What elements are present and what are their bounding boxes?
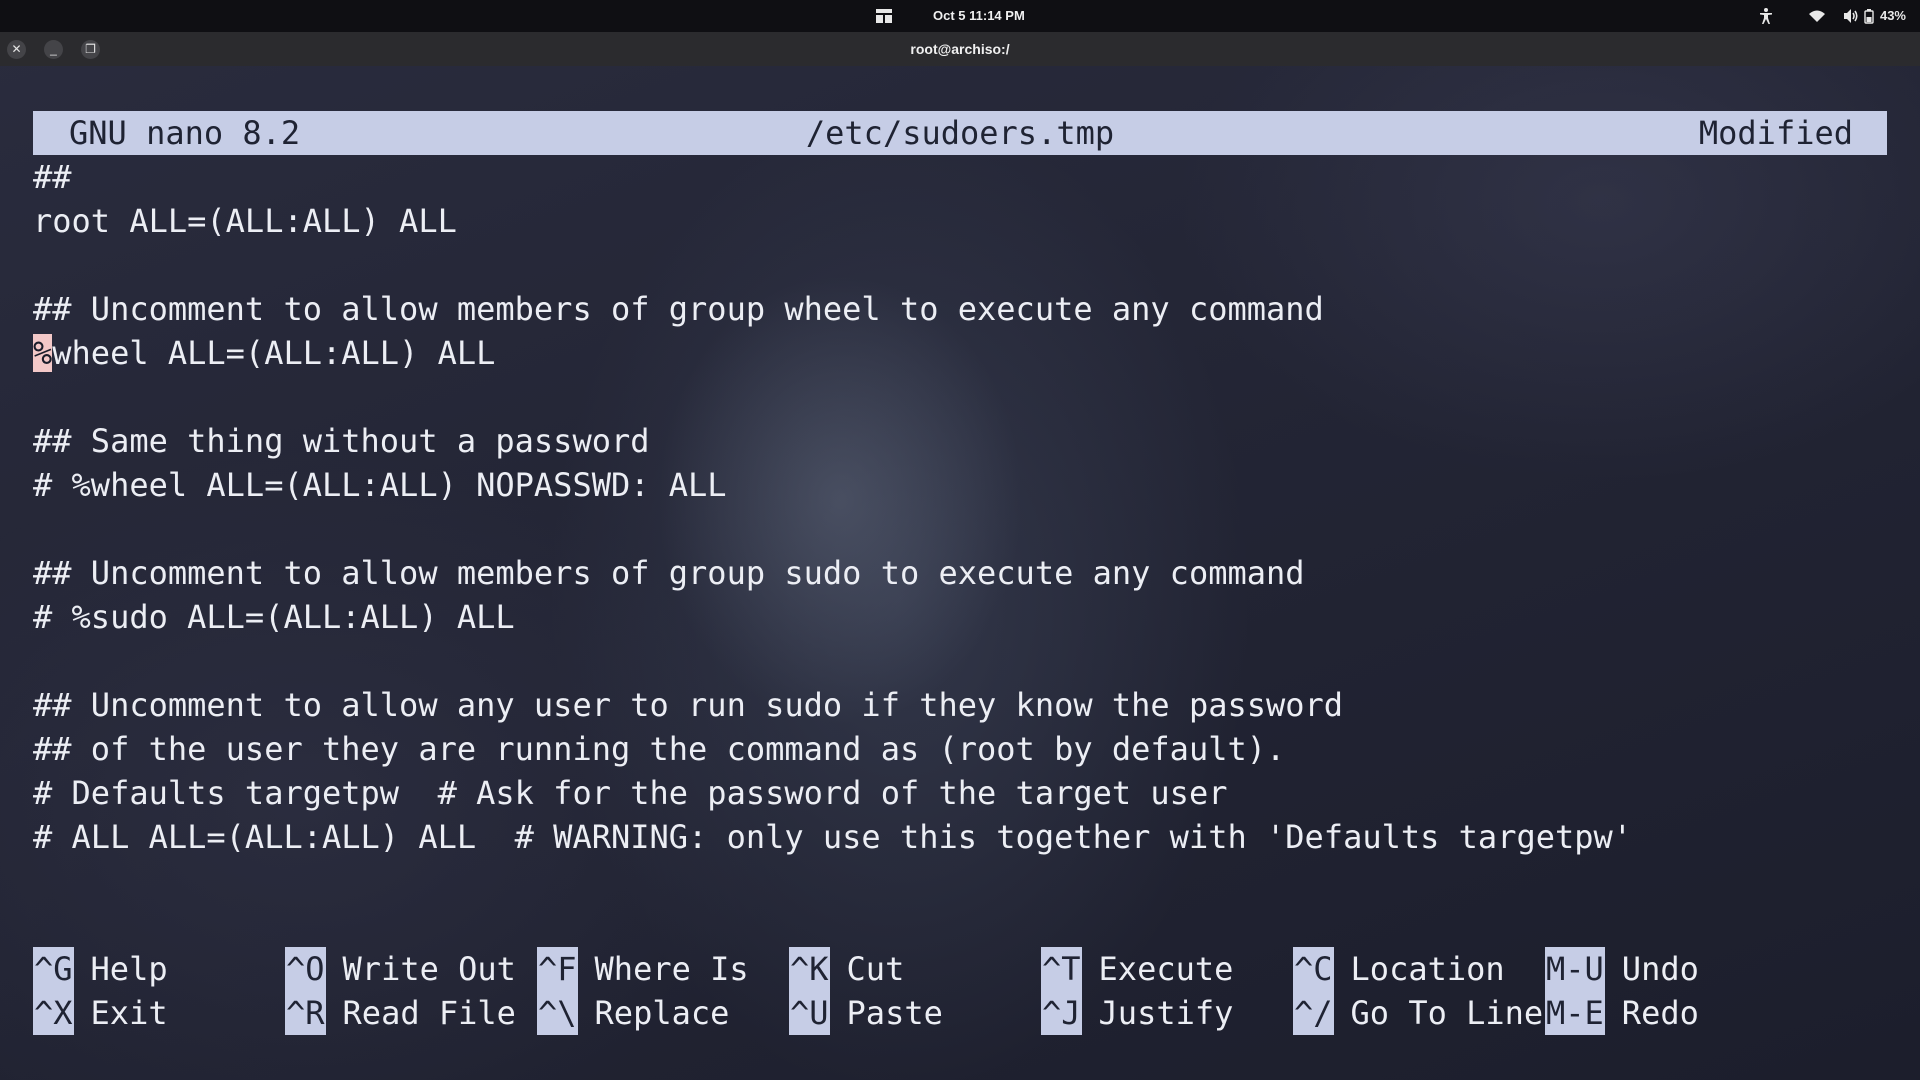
window-title: root@archiso:/: [910, 41, 1010, 57]
editor-line[interactable]: [33, 639, 1632, 683]
shortcut-go-to-line[interactable]: ^/Go To Line: [1293, 991, 1543, 1035]
shortcut-read-file[interactable]: ^R Read File: [285, 991, 516, 1035]
shortcut-undo[interactable]: M-U Undo: [1545, 947, 1699, 991]
editor-line[interactable]: ## Same thing without a password: [33, 419, 1632, 463]
volume-icon[interactable]: [1842, 7, 1860, 25]
battery-icon[interactable]: [1860, 7, 1878, 25]
shortcut-location[interactable]: ^C Location: [1293, 947, 1505, 991]
shortcut-justify[interactable]: ^J Justify: [1041, 991, 1233, 1035]
shortcut-redo[interactable]: M-E Redo: [1545, 991, 1699, 1035]
terminal[interactable]: GNU nano 8.2 /etc/sudoers.tmp Modified #…: [0, 66, 1920, 1080]
battery-percent: 43%: [1879, 8, 1906, 23]
shortcut-where-is[interactable]: ^F Where Is: [537, 947, 749, 991]
shortcut-paste[interactable]: ^U Paste: [789, 991, 943, 1035]
editor-line[interactable]: # %sudo ALL=(ALL:ALL) ALL: [33, 595, 1632, 639]
file-name: /etc/sudoers.tmp: [805, 114, 1115, 152]
shortcut-help[interactable]: ^G Help: [33, 947, 168, 991]
shortcut-cut[interactable]: ^K Cut: [789, 947, 904, 991]
window-title-bar[interactable]: ✕ _ ❐ root@archiso:/: [0, 32, 1920, 66]
editor-line[interactable]: [33, 243, 1632, 287]
editor-line[interactable]: ## of the user they are running the comm…: [33, 727, 1632, 771]
editor-line[interactable]: [33, 375, 1632, 419]
clock[interactable]: Oct 5 11:14 PM: [933, 8, 1025, 23]
text-cursor: %: [33, 334, 53, 372]
shortcut-execute[interactable]: ^T Execute: [1041, 947, 1233, 991]
editor-line-text: wheel ALL=(ALL:ALL) ALL: [52, 334, 496, 372]
editor-line[interactable]: # ALL ALL=(ALL:ALL) ALL # WARNING: only …: [33, 815, 1632, 859]
editor-line[interactable]: ## Uncomment to allow members of group w…: [33, 287, 1632, 331]
nano-header-bar: GNU nano 8.2 /etc/sudoers.tmp Modified: [33, 111, 1887, 155]
accessibility-icon[interactable]: [1757, 7, 1775, 25]
editor-buffer[interactable]: ## root ALL=(ALL:ALL) ALL ## Uncomment t…: [33, 155, 1632, 859]
editor-line[interactable]: # Defaults targetpw # Ask for the passwo…: [33, 771, 1632, 815]
wifi-icon[interactable]: [1808, 7, 1826, 25]
shortcut-write-out[interactable]: ^O Write Out: [285, 947, 516, 991]
activities-icon[interactable]: [875, 7, 893, 25]
modified-status: Modified: [1698, 114, 1853, 152]
shortcut-exit[interactable]: ^X Exit: [33, 991, 168, 1035]
editor-line-cursor[interactable]: %wheel ALL=(ALL:ALL) ALL: [33, 331, 1632, 375]
editor-line[interactable]: ## Uncomment to allow members of group s…: [33, 551, 1632, 595]
editor-line[interactable]: ##: [33, 155, 1632, 199]
editor-line[interactable]: [33, 507, 1632, 551]
editor-line[interactable]: ## Uncomment to allow any user to run su…: [33, 683, 1632, 727]
editor-line[interactable]: # %wheel ALL=(ALL:ALL) NOPASSWD: ALL: [33, 463, 1632, 507]
shortcut-bar: ^G Help ^X Exit ^O Write Out ^R Read File ^F…: [33, 947, 1893, 1035]
editor-line[interactable]: root ALL=(ALL:ALL) ALL: [33, 199, 1632, 243]
system-top-bar: Oct 5 11:14 PM 43%: [0, 0, 1920, 32]
shortcut-replace[interactable]: ^\ Replace: [537, 991, 729, 1035]
